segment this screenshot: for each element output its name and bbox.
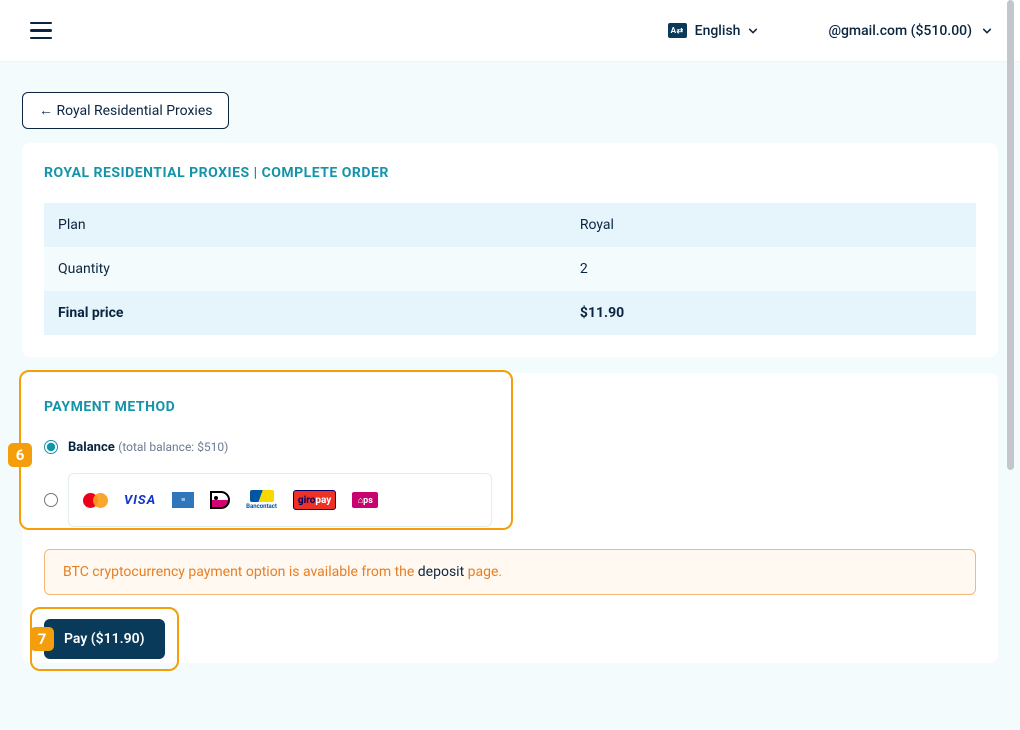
alert-suffix: page. xyxy=(464,564,502,580)
balance-option-sub: (total balance: $510) xyxy=(118,440,228,454)
payment-options: Balance (total balance: $510) VISA ≡ Ban… xyxy=(44,439,976,527)
top-right-group: A⇄ English @gmail.com ($510.00) xyxy=(668,23,992,39)
bancontact-icon: Bancontact xyxy=(246,490,277,510)
quantity-value: 2 xyxy=(566,247,976,291)
card-option[interactable]: VISA ≡ Bancontact giropay ⌂ps xyxy=(44,473,492,527)
order-card-title: ROYAL RESIDENTIAL PROXIES | COMPLETE ORD… xyxy=(44,165,976,181)
pay-button[interactable]: Pay ($11.90) xyxy=(44,619,165,659)
chevron-down-icon xyxy=(748,26,758,36)
back-button[interactable]: ← Royal Residential Proxies xyxy=(22,92,229,129)
chevron-down-icon xyxy=(982,26,992,36)
card-radio[interactable] xyxy=(44,493,58,507)
mastercard-icon xyxy=(83,490,108,510)
alert-prefix: BTC cryptocurrency payment option is ava… xyxy=(63,564,418,580)
crypto-alert: BTC cryptocurrency payment option is ava… xyxy=(44,549,976,595)
language-label: English xyxy=(695,23,741,39)
plan-label: Plan xyxy=(44,203,566,247)
ideal-icon xyxy=(210,490,230,510)
vertical-scrollbar[interactable] xyxy=(1007,0,1014,730)
eps-icon: ⌂ps xyxy=(352,492,378,508)
table-row: Plan Royal xyxy=(44,203,976,247)
balance-option[interactable]: Balance (total balance: $510) xyxy=(44,439,976,455)
scrollbar-thumb[interactable] xyxy=(1007,0,1014,470)
pay-row: 7 Pay ($11.90) xyxy=(44,619,165,659)
annotation-badge-6: 6 xyxy=(8,443,32,467)
annotation-badge-7: 7 xyxy=(30,627,54,651)
payment-method-card: 6 PAYMENT METHOD Balance (total balance:… xyxy=(22,373,998,663)
giropay-icon: giropay xyxy=(293,490,336,510)
plan-value: Royal xyxy=(566,203,976,247)
visa-icon: VISA xyxy=(124,490,156,510)
payment-method-title: PAYMENT METHOD xyxy=(44,399,976,415)
card-methods-box: VISA ≡ Bancontact giropay ⌂ps xyxy=(68,473,492,527)
table-row: Quantity 2 xyxy=(44,247,976,291)
page-body: ← Royal Residential Proxies ROYAL RESIDE… xyxy=(0,62,1020,663)
balance-radio[interactable] xyxy=(44,440,58,454)
language-selector[interactable]: A⇄ English xyxy=(668,23,759,39)
account-menu[interactable]: @gmail.com ($510.00) xyxy=(828,23,992,39)
order-card: ROYAL RESIDENTIAL PROXIES | COMPLETE ORD… xyxy=(22,143,998,357)
amex-icon: ≡ xyxy=(172,492,194,508)
deposit-link[interactable]: deposit xyxy=(418,564,464,580)
finalprice-label: Final price xyxy=(44,291,566,335)
top-bar: A⇄ English @gmail.com ($510.00) xyxy=(0,0,1020,62)
quantity-label: Quantity xyxy=(44,247,566,291)
table-row: Final price $11.90 xyxy=(44,291,976,335)
finalprice-value: $11.90 xyxy=(566,291,976,335)
account-label: @gmail.com ($510.00) xyxy=(828,23,972,39)
translate-icon: A⇄ xyxy=(668,23,687,38)
order-table: Plan Royal Quantity 2 Final price $11.90 xyxy=(44,203,976,335)
balance-option-label: Balance xyxy=(68,440,115,455)
menu-button[interactable] xyxy=(30,22,52,40)
